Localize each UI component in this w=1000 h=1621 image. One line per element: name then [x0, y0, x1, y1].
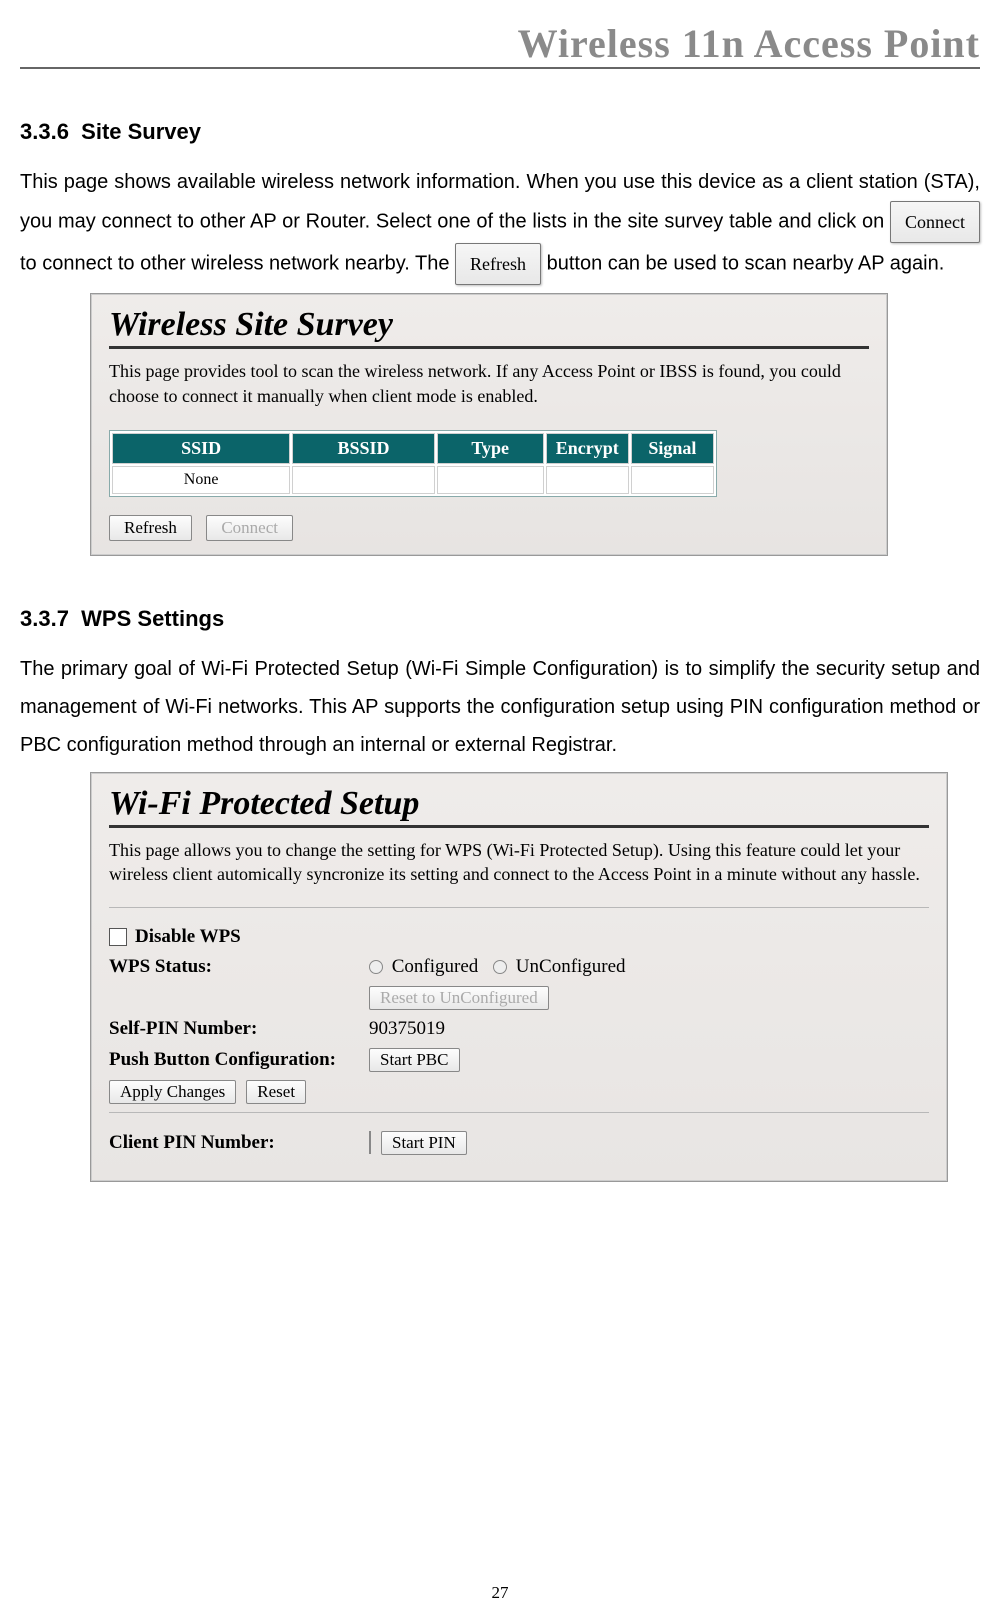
wps-status-value: Configured UnConfigured [369, 956, 929, 978]
self-pin-label: Self-PIN Number: [109, 1018, 369, 1040]
col-signal: Signal [631, 433, 714, 464]
apply-reset-row: Apply Changes Reset [109, 1080, 929, 1104]
self-pin-value: 90375019 [369, 1018, 929, 1040]
page-header-title: Wireless 11n Access Point [20, 20, 980, 67]
p1-text-a: This page shows available wireless netwo… [20, 171, 980, 232]
p1-text-c: button can be used to scan nearby AP aga… [547, 253, 945, 275]
section-2-title: WPS Settings [81, 606, 224, 631]
site-survey-screenshot: Wireless Site Survey This page provides … [90, 293, 888, 556]
apply-changes-button[interactable]: Apply Changes [109, 1080, 236, 1104]
header-bar: Wireless 11n Access Point [20, 20, 980, 69]
divider-2 [109, 1112, 929, 1113]
reset-button[interactable]: Reset [246, 1080, 306, 1104]
refresh-button[interactable]: Refresh [109, 515, 192, 541]
cell-none: None [112, 466, 290, 494]
survey-desc: This page provides tool to scan the wire… [109, 359, 869, 408]
disable-wps-row: Disable WPS [109, 926, 929, 948]
wps-title: Wi-Fi Protected Setup [109, 785, 929, 828]
wps-screenshot: Wi-Fi Protected Setup This page allows y… [90, 772, 948, 1182]
survey-row-none: None [112, 466, 714, 494]
disable-wps-label: Disable WPS [135, 926, 241, 948]
section-1-number: 3.3.6 [20, 119, 69, 144]
disable-wps-checkbox[interactable] [109, 928, 127, 946]
radio-unconfigured[interactable] [493, 960, 507, 974]
section-2-number: 3.3.7 [20, 606, 69, 631]
survey-title: Wireless Site Survey [109, 306, 869, 349]
reset-unconfigured-row: Reset to UnConfigured [109, 986, 929, 1010]
reset-unconfigured-button[interactable]: Reset to UnConfigured [369, 986, 549, 1010]
configured-label: Configured [392, 956, 479, 977]
section-1-paragraph: This page shows available wireless netwo… [20, 163, 980, 285]
connect-button[interactable]: Connect [206, 515, 293, 541]
connect-button-inline[interactable]: Connect [890, 201, 980, 243]
section-1-title: Site Survey [81, 119, 201, 144]
survey-header-row: SSID BSSID Type Encrypt Signal [112, 433, 714, 464]
start-pin-button[interactable]: Start PIN [381, 1131, 467, 1155]
col-encrypt: Encrypt [546, 433, 629, 464]
client-pin-row: Client PIN Number: Start PIN [109, 1131, 929, 1155]
radio-configured[interactable] [369, 960, 383, 974]
section-heading-1: 3.3.6 Site Survey [20, 119, 980, 145]
self-pin-row: Self-PIN Number: 90375019 [109, 1018, 929, 1040]
client-pin-input[interactable] [369, 1131, 371, 1154]
section-2-paragraph: The primary goal of Wi-Fi Protected Setu… [20, 650, 980, 764]
pbc-row: Push Button Configuration: Start PBC [109, 1048, 929, 1072]
col-bssid: BSSID [292, 433, 435, 464]
pbc-label: Push Button Configuration: [109, 1049, 369, 1071]
client-pin-label: Client PIN Number: [109, 1132, 369, 1154]
col-ssid: SSID [112, 433, 290, 464]
wps-desc: This page allows you to change the setti… [109, 838, 929, 887]
page-number: 27 [0, 1583, 1000, 1603]
divider-1 [109, 907, 929, 908]
wps-status-label: WPS Status: [109, 956, 369, 978]
wps-status-row: WPS Status: Configured UnConfigured [109, 956, 929, 978]
section-heading-2: 3.3.7 WPS Settings [20, 606, 980, 632]
survey-table: SSID BSSID Type Encrypt Signal None [109, 430, 717, 497]
unconfigured-label: UnConfigured [516, 956, 626, 977]
p1-text-b: to connect to other wireless network nea… [20, 253, 455, 275]
start-pbc-button[interactable]: Start PBC [369, 1048, 460, 1072]
col-type: Type [437, 433, 544, 464]
refresh-button-inline[interactable]: Refresh [455, 243, 541, 285]
